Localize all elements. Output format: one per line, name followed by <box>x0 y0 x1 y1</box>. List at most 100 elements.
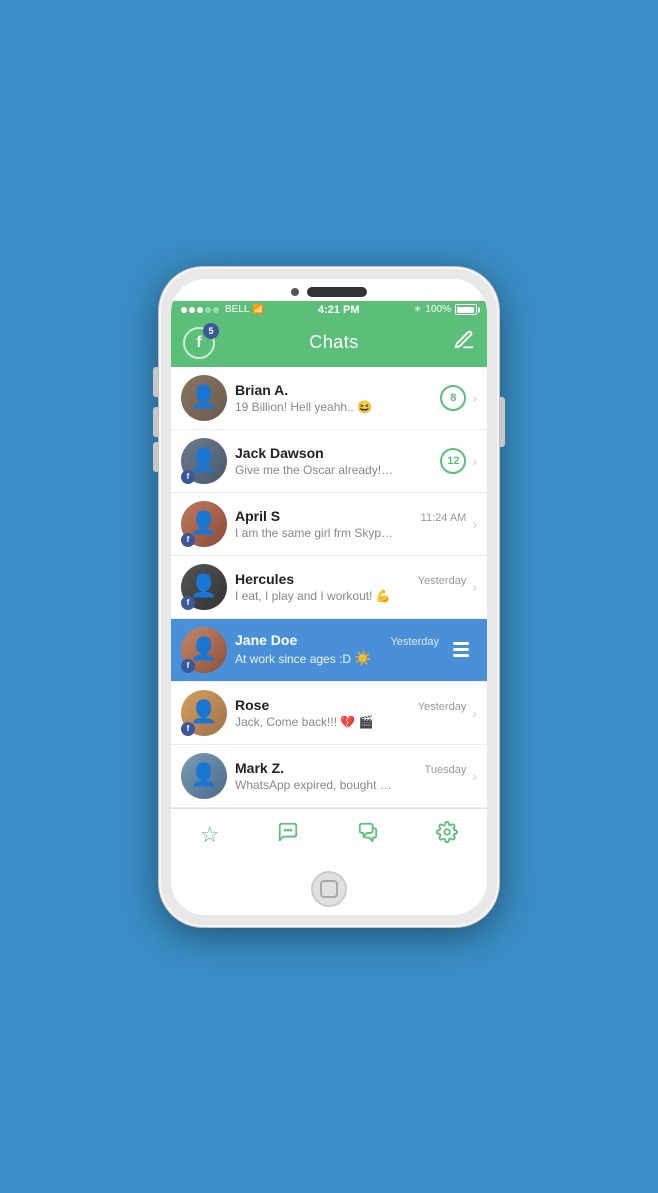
home-button[interactable] <box>311 871 347 907</box>
chat-preview: Jack, Come back!!! 💔 🎬 <box>235 715 395 729</box>
chat-preview: I am the same girl frm Skype redesign! <box>235 526 395 540</box>
facebook-badge: f <box>181 533 195 547</box>
avatar-wrap: 👤 f <box>181 690 227 736</box>
app-header: f 5 Chats <box>171 319 487 367</box>
facebook-button[interactable]: f 5 <box>183 327 215 359</box>
list-item[interactable]: 👤 f Rose Yesterday Jack, Come back!!! 💔 … <box>171 682 487 745</box>
list-item[interactable]: 👤 Brian A. 19 Billion! Hell yeahh.. 😆 8 … <box>171 367 487 430</box>
chat-right: 12 › <box>440 448 477 474</box>
facebook-badge: f <box>181 596 195 610</box>
list-item[interactable]: 👤 Mark Z. Tuesday WhatsApp expired, boug… <box>171 745 487 808</box>
chat-name: Mark Z. <box>235 760 284 776</box>
speech-bubble-icon <box>277 821 299 849</box>
list-item[interactable]: 👤 f Hercules Yesterday I eat, I play and… <box>171 556 487 619</box>
star-icon: ☆ <box>200 822 220 848</box>
battery-fill <box>457 307 474 313</box>
chat-time: Yesterday <box>418 701 467 713</box>
chat-name: Rose <box>235 697 269 713</box>
bottom-tab-bar: ☆ <box>171 808 487 861</box>
notification-badge: 5 <box>203 323 219 339</box>
avatar-wrap: 👤 f <box>181 501 227 547</box>
chat-time: Yesterday <box>390 636 439 648</box>
tab-favorites[interactable]: ☆ <box>188 818 232 852</box>
phone-screen: BELL 📶 4:21 PM ✳ 100% f 5 Chats <box>171 279 487 915</box>
chevron-icon: › <box>472 579 477 595</box>
battery-icon <box>455 304 477 315</box>
avatar-wrap: 👤 <box>181 375 227 421</box>
chat-right: 8 › <box>440 385 477 411</box>
chat-content: Rose Yesterday Jack, Come back!!! 💔 🎬 <box>235 697 466 729</box>
chevron-icon: › <box>472 768 477 784</box>
wifi-icon: 📶 <box>252 304 263 315</box>
chat-top: Jack Dawson <box>235 445 434 461</box>
chat-top: Rose Yesterday <box>235 697 466 713</box>
chevron-icon: › <box>472 705 477 721</box>
chevron-icon: › <box>472 453 477 469</box>
avatar-wrap: 👤 <box>181 753 227 799</box>
chat-right: › <box>472 579 477 595</box>
signal-dot-5 <box>213 307 219 313</box>
chat-name: Brian A. <box>235 382 288 398</box>
chat-content: April S 11:24 AM I am the same girl frm … <box>235 508 466 540</box>
chevron-icon: › <box>472 516 477 532</box>
action-line <box>453 654 469 657</box>
unread-badge: 8 <box>440 385 466 411</box>
header-title: Chats <box>309 332 359 353</box>
unread-badge: 12 <box>440 448 466 474</box>
signal-dots <box>181 307 219 313</box>
chat-time: Yesterday <box>418 575 467 587</box>
chat-content: Hercules Yesterday I eat, I play and I w… <box>235 571 466 603</box>
phone-bottom-area <box>171 861 487 915</box>
action-menu[interactable] <box>445 638 477 661</box>
status-time: 4:21 PM <box>318 304 360 316</box>
status-left: BELL 📶 <box>181 304 264 315</box>
compose-icon <box>453 329 475 351</box>
chat-preview: I eat, I play and I workout! 💪 <box>235 589 395 603</box>
list-item[interactable]: 👤 f April S 11:24 AM I am the same girl … <box>171 493 487 556</box>
avatar: 👤 <box>181 753 227 799</box>
chat-content: Mark Z. Tuesday WhatsApp expired, bought… <box>235 760 466 792</box>
chat-right <box>445 638 477 661</box>
avatar-wrap: 👤 f <box>181 438 227 484</box>
chat-time: Tuesday <box>425 764 467 776</box>
compose-button[interactable] <box>453 329 475 356</box>
status-right: ✳ 100% <box>414 304 477 315</box>
chat-name: Hercules <box>235 571 294 587</box>
avatar-wrap: 👤 f <box>181 564 227 610</box>
tab-settings[interactable] <box>424 817 470 853</box>
bluetooth-icon: ✳ <box>414 304 422 315</box>
speaker-grille <box>307 287 367 297</box>
chat-top: April S 11:24 AM <box>235 508 466 524</box>
phone-top-area <box>171 279 487 301</box>
chat-name: Jack Dawson <box>235 445 324 461</box>
phone-device: BELL 📶 4:21 PM ✳ 100% f 5 Chats <box>159 267 499 927</box>
chat-right: › <box>472 768 477 784</box>
list-item[interactable]: 👤 f Jack Dawson Give me the Oscar alread… <box>171 430 487 493</box>
list-item[interactable]: 👤 f Jane Doe Yesterday At work since age… <box>171 619 487 682</box>
chat-preview: WhatsApp expired, bought the company <box>235 778 395 792</box>
chat-content: Brian A. 19 Billion! Hell yeahh.. 😆 <box>235 382 434 414</box>
chat-list: 👤 Brian A. 19 Billion! Hell yeahh.. 😆 8 … <box>171 367 487 808</box>
chevron-icon: › <box>472 390 477 406</box>
signal-dot-2 <box>189 307 195 313</box>
signal-dot-1 <box>181 307 187 313</box>
chat-name: Jane Doe <box>235 632 297 648</box>
battery-pct: 100% <box>425 304 451 315</box>
action-line <box>453 648 469 651</box>
carrier-label: BELL <box>225 304 249 315</box>
facebook-badge: f <box>181 659 195 673</box>
chat-top: Brian A. <box>235 382 434 398</box>
avatar-wrap: 👤 f <box>181 627 227 673</box>
facebook-badge: f <box>181 722 195 736</box>
chat-right: › <box>472 705 477 721</box>
avatar: 👤 <box>181 375 227 421</box>
camera <box>291 288 299 296</box>
chat-preview: At work since ages :D ☀️ <box>235 650 395 667</box>
chat-right: › <box>472 516 477 532</box>
chat-preview: Give me the Oscar already! 😩 <box>235 463 395 477</box>
facebook-badge: f <box>181 470 195 484</box>
tab-chats[interactable] <box>345 817 391 853</box>
speaker-area <box>291 287 367 297</box>
tab-messages[interactable] <box>265 817 311 853</box>
chat-bubbles-icon <box>357 821 379 849</box>
